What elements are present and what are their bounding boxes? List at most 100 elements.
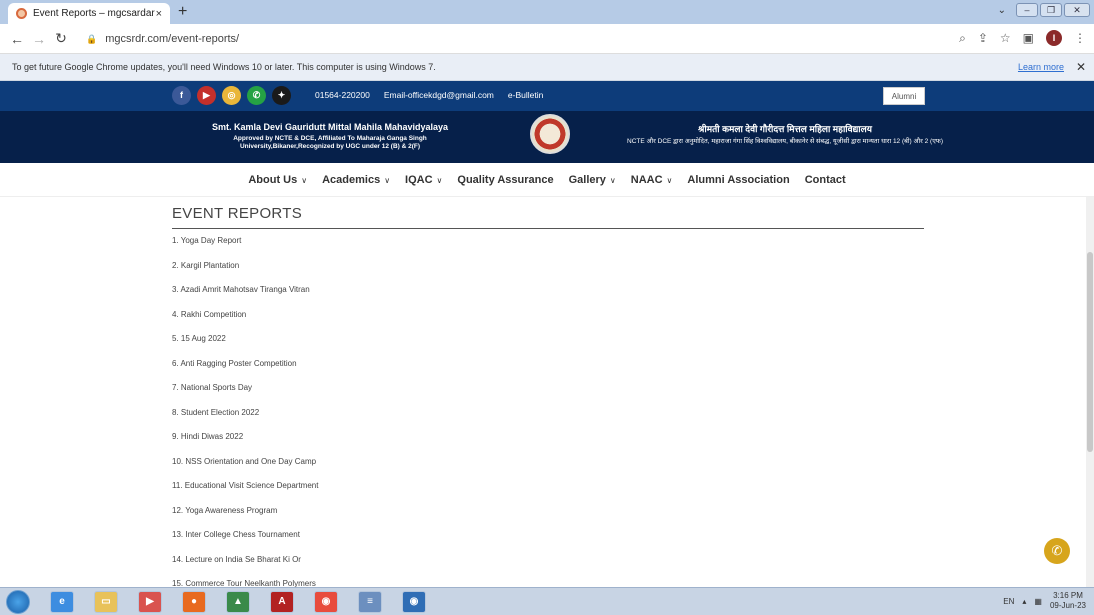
- media-player-icon[interactable]: ▶: [138, 591, 162, 613]
- youtube-icon[interactable]: ▶: [197, 86, 216, 105]
- update-infobar: To get future Google Chrome updates, you…: [0, 54, 1094, 81]
- phone-text[interactable]: 01564-220200: [315, 90, 370, 100]
- tab-event-reports[interactable]: Event Reports – mgcsardar ×: [8, 3, 170, 24]
- event-report-list: 1. Yoga Day Report 2. Kargil Plantation …: [172, 231, 924, 599]
- reload-icon[interactable]: ↻: [50, 30, 72, 47]
- firefox-icon[interactable]: ●: [182, 591, 206, 613]
- window-close-button[interactable]: ✕: [1064, 3, 1090, 17]
- nav-iqac[interactable]: IQAC ∨: [405, 174, 442, 186]
- chrome-icon[interactable]: ◉: [314, 591, 338, 613]
- maximize-button[interactable]: ❐: [1040, 3, 1062, 17]
- menu-kebab-icon[interactable]: ⋮: [1074, 31, 1086, 45]
- whatsapp-social-icon[interactable]: ✆: [247, 86, 266, 105]
- main-nav: About Us ∨ Academics ∨ IQAC ∨ Quality Assur…: [0, 163, 1094, 197]
- report-link[interactable]: 11. Educational Visit Science Department: [172, 476, 924, 501]
- page-scrollbar[interactable]: [1086, 197, 1094, 587]
- share-icon[interactable]: ⇪: [978, 31, 988, 45]
- report-link[interactable]: 13. Inter College Chess Tournament: [172, 525, 924, 550]
- site-top-bar: f ▶ ◎ ✆ ✦ 01564-220200 Email-officekdgd@…: [0, 81, 1094, 111]
- tab-title: Event Reports – mgcsardar: [33, 8, 155, 19]
- college-logo[interactable]: [530, 114, 570, 154]
- profile-avatar[interactable]: I: [1046, 30, 1062, 46]
- college-name-hindi: श्रीमती कमला देवी गौरीदत्त मित्तल महिला …: [620, 122, 950, 146]
- lock-icon[interactable]: 🔒: [86, 34, 97, 45]
- nav-gallery[interactable]: Gallery ∨: [569, 174, 616, 186]
- college-subtitle-en: Approved by NCTE & DCE, Affiliated To Ma…: [233, 135, 427, 150]
- report-link[interactable]: 4. Rakhi Competition: [172, 305, 924, 330]
- report-link[interactable]: 10. NSS Orientation and One Day Camp: [172, 452, 924, 477]
- site-header: Smt. Kamla Devi Gauridutt Mittal Mahila …: [0, 111, 1094, 163]
- notepad-icon[interactable]: ≡: [358, 591, 382, 613]
- clock-time: 3:16 PM: [1053, 591, 1083, 600]
- window-controls: ⌄ – ❐ ✕: [998, 3, 1090, 17]
- nav-label: IQAC: [405, 173, 433, 186]
- nav-naac[interactable]: NAAC ∨: [631, 174, 673, 186]
- nav-quality-assurance[interactable]: Quality Assurance: [457, 174, 553, 186]
- contact-info: 01564-220200 Email-officekdgd@gmail.com …: [315, 90, 543, 100]
- report-link[interactable]: 6. Anti Ragging Poster Competition: [172, 354, 924, 379]
- infobar-close-icon[interactable]: ✕: [1076, 60, 1086, 74]
- report-link[interactable]: 7. National Sports Day: [172, 378, 924, 403]
- start-button[interactable]: [6, 590, 30, 614]
- college-name-english: Smt. Kamla Devi Gauridutt Mittal Mahila …: [200, 122, 460, 151]
- infobar-message: To get future Google Chrome updates, you…: [12, 62, 436, 72]
- chevron-down-icon: ∨: [666, 175, 673, 185]
- college-subtitle-hi: NCTE और DCE द्वारा अनुमोदित, महाराजा गंग…: [627, 138, 943, 145]
- nav-label: About Us: [248, 173, 298, 186]
- site-favicon-icon: [16, 8, 27, 19]
- learn-more-link[interactable]: Learn more: [1018, 62, 1064, 72]
- forward-arrow-icon[interactable]: →: [28, 31, 50, 47]
- whatsapp-call-icon[interactable]: ✆: [1044, 538, 1070, 564]
- nav-alumni-association[interactable]: Alumni Association: [687, 174, 789, 186]
- internet-explorer-icon[interactable]: e: [50, 591, 74, 613]
- chevron-down-icon: ∨: [301, 175, 308, 185]
- file-explorer-icon[interactable]: ▭: [94, 591, 118, 613]
- nav-label: Academics: [322, 173, 381, 186]
- address-bar[interactable]: 🔒 mgcsrdr.com/event-reports/: [86, 28, 954, 50]
- report-link[interactable]: 8. Student Election 2022: [172, 403, 924, 428]
- tab-close-icon[interactable]: ×: [156, 8, 162, 20]
- report-link[interactable]: 3. Azadi Amrit Mahotsav Tiranga Vitran: [172, 280, 924, 305]
- clock[interactable]: 3:16 PM 09-Jun-23: [1050, 591, 1086, 611]
- nav-academics[interactable]: Academics ∨: [322, 174, 390, 186]
- email-text[interactable]: Email-officekdgd@gmail.com: [384, 90, 494, 100]
- address-url[interactable]: mgcsrdr.com/event-reports/: [105, 33, 239, 45]
- new-tab-button[interactable]: +: [178, 2, 187, 22]
- alumni-button[interactable]: Alumni: [883, 87, 925, 105]
- chrome-active-icon[interactable]: ◉: [402, 591, 426, 613]
- acrobat-icon[interactable]: A: [270, 591, 294, 613]
- chevron-down-icon: ∨: [436, 175, 443, 185]
- language-indicator[interactable]: EN: [1003, 597, 1014, 606]
- scrollbar-thumb[interactable]: [1087, 252, 1093, 452]
- minimize-button[interactable]: –: [1016, 3, 1038, 17]
- zoom-search-icon[interactable]: ⌕: [959, 31, 966, 46]
- clock-date: 09-Jun-23: [1049, 601, 1086, 610]
- main-content: EVENT REPORTS 1. Yoga Day Report 2. Karg…: [172, 205, 924, 599]
- twitter-icon[interactable]: ✦: [272, 86, 291, 105]
- e-bulletin-link[interactable]: e-Bulletin: [508, 90, 543, 100]
- facebook-icon[interactable]: f: [172, 86, 191, 105]
- report-link[interactable]: 2. Kargil Plantation: [172, 256, 924, 281]
- network-icon[interactable]: ▦: [1034, 597, 1042, 606]
- toolbar-icons: ⌕ ⇪ ☆ ▣ I ⋮: [959, 30, 1086, 46]
- report-link[interactable]: 14. Lecture on India Se Bharat Ki Or: [172, 550, 924, 575]
- instagram-icon[interactable]: ◎: [222, 86, 241, 105]
- back-arrow-icon[interactable]: ←: [6, 31, 28, 47]
- picture-viewer-icon[interactable]: ▲: [226, 591, 250, 613]
- page-title: EVENT REPORTS: [172, 205, 924, 229]
- tab-search-chevron-icon[interactable]: ⌄: [998, 5, 1006, 16]
- nav-about-us[interactable]: About Us ∨: [248, 174, 307, 186]
- side-panel-icon[interactable]: ▣: [1023, 31, 1034, 45]
- report-link[interactable]: 12. Yoga Awareness Program: [172, 501, 924, 526]
- college-title-en: Smt. Kamla Devi Gauridutt Mittal Mahila …: [211, 122, 449, 132]
- college-title-hi: श्रीमती कमला देवी गौरीदत्त मित्तल महिला …: [698, 124, 872, 134]
- nav-contact[interactable]: Contact: [805, 174, 846, 186]
- bookmark-star-icon[interactable]: ☆: [1000, 31, 1011, 45]
- tray-arrow-icon[interactable]: ▴: [1022, 597, 1026, 606]
- report-link[interactable]: 9. Hindi Diwas 2022: [172, 427, 924, 452]
- browser-toolbar: ← → ↻ 🔒 mgcsrdr.com/event-reports/ ⌕ ⇪ ☆…: [0, 24, 1094, 54]
- chevron-down-icon: ∨: [384, 175, 391, 185]
- report-link[interactable]: 1. Yoga Day Report: [172, 231, 924, 256]
- report-link[interactable]: 5. 15 Aug 2022: [172, 329, 924, 354]
- browser-tab-bar: Event Reports – mgcsardar × + ⌄ – ❐ ✕: [0, 0, 1094, 24]
